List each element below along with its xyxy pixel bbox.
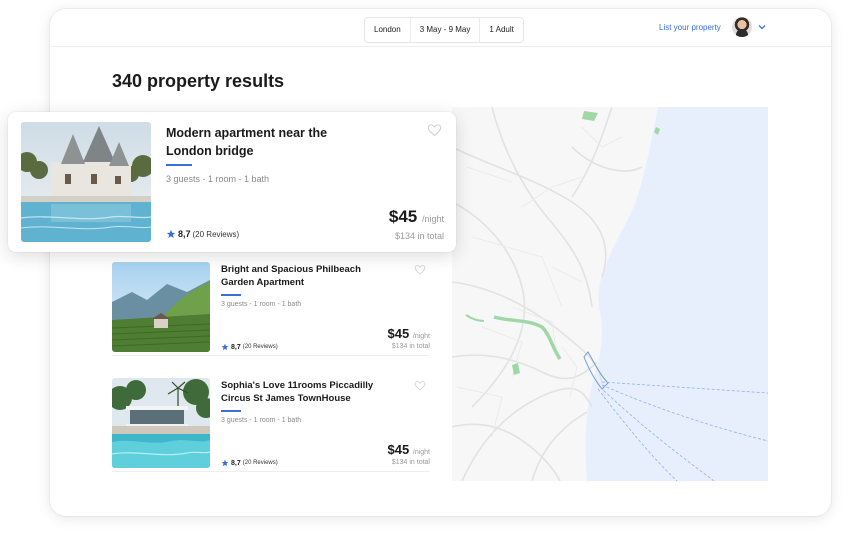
listing-price: $45 /night <box>388 442 430 457</box>
listing-rating: 8,7 (20 Reviews) <box>221 343 278 351</box>
listing-photo[interactable] <box>21 122 151 242</box>
title-accent-line <box>166 164 192 166</box>
map-canvas[interactable] <box>452 107 768 481</box>
star-icon <box>221 343 229 351</box>
price-unit: /night <box>421 214 444 224</box>
listing-title[interactable]: Modern apartment near the London bridge <box>166 124 366 160</box>
listing-price: $45 /night <box>389 207 444 227</box>
star-icon <box>166 229 176 238</box>
review-count[interactable]: (20 Reviews) <box>243 460 278 466</box>
review-count[interactable]: (20 Reviews) <box>243 344 278 350</box>
listing-title[interactable]: Bright and Spacious Philbeach Garden Apa… <box>221 263 391 289</box>
listing-meta: 3 guests - 1 room - 1 bath <box>221 301 302 308</box>
list-property-link[interactable]: List your property <box>659 23 721 32</box>
price-value: $45 <box>387 442 410 457</box>
review-count[interactable]: (20 Reviews) <box>193 230 240 239</box>
listing-rating: 8,7 (20 Reviews) <box>166 229 239 239</box>
rating-value: 8,7 <box>178 229 191 239</box>
avatar[interactable] <box>732 17 752 37</box>
listing-card-3[interactable]: Sophia's Love 11rooms Piccadilly Circus … <box>112 378 430 472</box>
star-icon <box>221 459 229 467</box>
chevron-down-icon[interactable] <box>757 22 767 32</box>
rating-value: 8,7 <box>231 459 241 467</box>
search-bar[interactable]: London 3 May - 9 May 1 Adult <box>364 17 524 43</box>
title-accent-line <box>221 410 241 412</box>
heart-icon[interactable] <box>414 264 426 276</box>
heart-icon[interactable] <box>414 380 426 392</box>
listing-title[interactable]: Sophia's Love 11rooms Piccadilly Circus … <box>221 379 391 405</box>
listing-photo[interactable] <box>112 262 210 352</box>
price-unit: /night <box>412 333 430 340</box>
top-bar: London 3 May - 9 May 1 Adult List your p… <box>50 9 831 47</box>
page-title: 340 property results <box>112 71 285 91</box>
listing-card-1[interactable]: Modern apartment near the London bridge … <box>8 112 456 252</box>
listing-price: $45 /night <box>388 326 430 341</box>
rating-value: 8,7 <box>231 343 241 351</box>
listing-card-2[interactable]: Bright and Spacious Philbeach Garden Apa… <box>112 262 430 356</box>
title-accent-line <box>221 294 241 296</box>
search-location[interactable]: London <box>365 17 411 43</box>
listing-meta: 3 guests - 1 room - 1 bath <box>166 174 270 184</box>
price-value: $45 <box>387 326 410 341</box>
listing-total: $134 in total <box>391 343 430 350</box>
price-value: $45 <box>388 207 418 226</box>
search-dates[interactable]: 3 May - 9 May <box>411 17 481 43</box>
price-unit: /night <box>412 449 430 456</box>
listing-meta: 3 guests - 1 room - 1 bath <box>221 417 302 424</box>
heart-icon[interactable] <box>427 123 442 138</box>
app-window: London 3 May - 9 May 1 Adult List your p… <box>50 9 831 516</box>
map[interactable] <box>452 107 768 481</box>
listing-total: $134 in total <box>394 231 444 241</box>
listing-photo[interactable] <box>112 378 210 468</box>
search-guests[interactable]: 1 Adult <box>480 17 522 43</box>
listing-rating: 8,7 (20 Reviews) <box>221 459 278 467</box>
listing-total: $134 in total <box>391 459 430 466</box>
